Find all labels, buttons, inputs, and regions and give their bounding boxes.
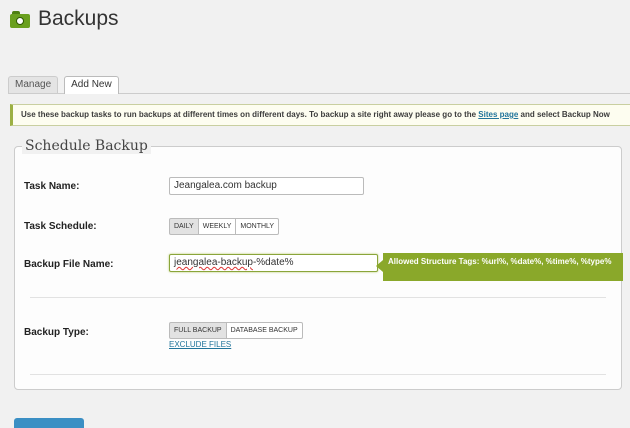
tab-bar: Manage Add New [8, 76, 125, 94]
backup-type-selector: FULL BACKUP DATABASE BACKUP [169, 322, 303, 339]
structure-tags-tooltip: Allowed Structure Tags: %url%, %date%, %… [383, 253, 623, 281]
task-schedule-label: Task Schedule: [24, 221, 97, 232]
section-divider [30, 297, 606, 298]
schedule-monthly-button[interactable]: MONTHLY [235, 218, 280, 235]
info-notice: Use these backup tasks to run backups at… [10, 104, 630, 126]
full-backup-button[interactable]: FULL BACKUP [169, 322, 227, 339]
tab-add-new[interactable]: Add New [64, 76, 119, 94]
file-name-misspelled-part: jeangalea-backup [174, 257, 253, 268]
tab-manage[interactable]: Manage [8, 76, 59, 93]
backup-type-label: Backup Type: [24, 327, 89, 338]
schedule-weekly-button[interactable]: WEEKLY [197, 218, 237, 235]
backup-file-name-label: Backup File Name: [24, 259, 114, 270]
file-name-rest: -%date% [252, 257, 294, 268]
task-name-label: Task Name: [24, 181, 80, 192]
notice-text-end: and select Backup Now [518, 110, 610, 119]
schedule-daily-button[interactable]: DAILY [169, 218, 199, 235]
page-title: Backups [38, 7, 119, 30]
page-header: Backups [10, 6, 119, 32]
submit-button[interactable] [14, 418, 84, 428]
backup-folder-icon [10, 10, 30, 28]
section-divider-bottom [30, 374, 606, 375]
notice-text: Use these backup tasks to run backups at… [21, 110, 479, 119]
database-backup-button[interactable]: DATABASE BACKUP [225, 322, 303, 339]
panel-legend: Schedule Backup [22, 138, 151, 154]
tooltip-arrow [376, 260, 383, 272]
task-name-input[interactable]: Jeangalea.com backup [169, 177, 364, 195]
exclude-files-link[interactable]: EXCLUDE FILES [169, 340, 231, 349]
task-schedule-selector: DAILY WEEKLY MONTHLY [169, 218, 280, 235]
backup-file-name-input[interactable]: jeangalea-backup-%date% [169, 254, 378, 272]
sites-page-link[interactable]: Sites page [478, 110, 518, 119]
